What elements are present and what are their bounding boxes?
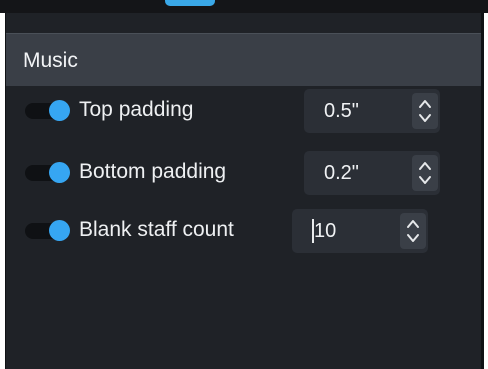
bottom-padding-label: Bottom padding (79, 160, 227, 183)
top-padding-value[interactable]: 0.5" (324, 100, 359, 123)
section-title: Music (23, 49, 78, 72)
section-header[interactable]: Music (6, 33, 481, 86)
top-padding-stepper[interactable] (412, 93, 438, 129)
chevron-up-down-icon (419, 162, 431, 184)
bottom-padding-stepper[interactable] (412, 155, 438, 191)
blank-staff-count-toggle[interactable] (25, 220, 71, 242)
bottom-padding-value[interactable]: 0.2" (324, 162, 359, 185)
bottom-padding-row: Bottom padding 0.2" (6, 151, 481, 201)
blank-staff-count-spinbox[interactable]: 10 (292, 209, 428, 253)
chevron-up-down-icon (419, 100, 431, 122)
top-tab-bar (0, 0, 488, 13)
toggle-knob (49, 162, 70, 183)
blank-staff-count-stepper[interactable] (400, 213, 426, 249)
top-padding-toggle[interactable] (25, 100, 71, 122)
blank-staff-count-row: Blank staff count 10 (6, 209, 481, 259)
chevron-up-down-icon (407, 220, 419, 242)
bottom-padding-spinbox[interactable]: 0.2" (304, 151, 440, 195)
toggle-knob (49, 220, 70, 241)
music-settings-panel: Music Top padding 0.5" Bottom padding 0.… (5, 13, 484, 369)
blank-staff-count-value[interactable]: 10 (314, 220, 336, 243)
top-padding-label: Top padding (79, 98, 194, 121)
top-padding-row: Top padding 0.5" (6, 89, 481, 139)
toggle-knob (49, 100, 70, 121)
settings-window: Music Top padding 0.5" Bottom padding 0.… (0, 0, 488, 369)
bottom-padding-toggle[interactable] (25, 162, 71, 184)
blank-staff-count-label: Blank staff count (79, 218, 234, 241)
top-padding-spinbox[interactable]: 0.5" (304, 89, 440, 133)
active-tab-indicator (165, 0, 215, 6)
